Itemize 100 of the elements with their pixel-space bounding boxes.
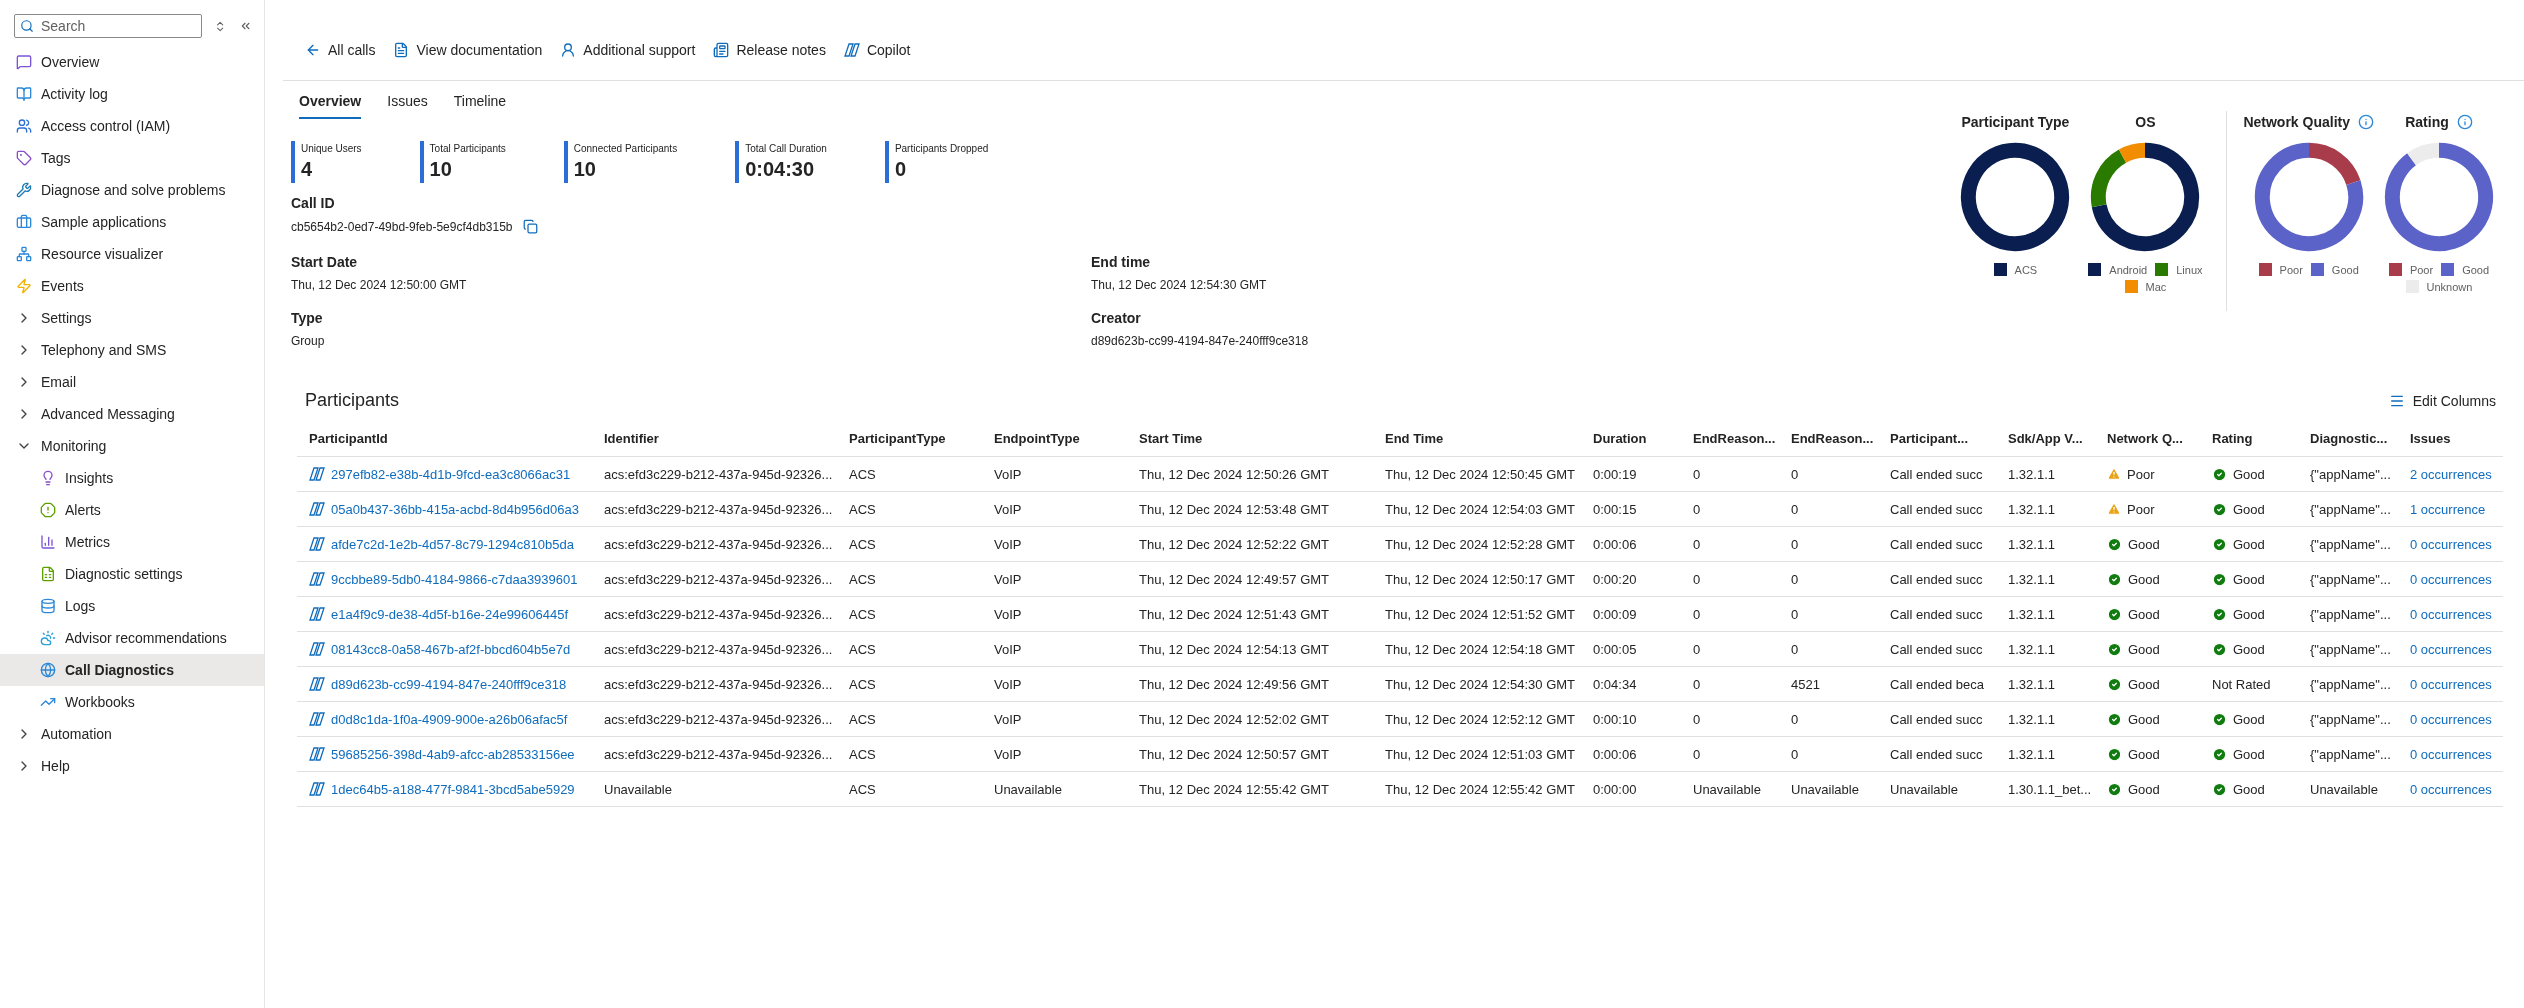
tab[interactable]: Overview	[299, 93, 362, 119]
legend-label: Poor	[2409, 263, 2434, 276]
column-header[interactable]: EndpointType	[982, 421, 1127, 457]
chat-icon	[16, 54, 32, 70]
column-header[interactable]: Sdk/App V...	[1996, 421, 2095, 457]
participant-link[interactable]: e1a4f9c9-de38-4d5f-b16e-24e99606445f	[309, 606, 569, 622]
kpi-label: Unique Users	[301, 143, 362, 154]
sidebar-item[interactable]: Automation	[0, 718, 264, 750]
table-cell: Thu, 12 Dec 2024 12:51:03 GMT	[1373, 737, 1581, 772]
sidebar-item[interactable]: Metrics	[0, 526, 264, 558]
table-cell: VoIP	[982, 597, 1127, 632]
sidebar-item[interactable]: Workbooks	[0, 686, 264, 718]
sidebar-item[interactable]: Tags	[0, 142, 264, 174]
participant-link[interactable]: 59685256-398d-4ab9-afcc-ab28533156ee	[309, 746, 575, 762]
participant-link[interactable]: 297efb82-e38b-4d1b-9fcd-ea3c8066ac31	[309, 466, 571, 482]
table-cell: 0:00:20	[1581, 562, 1681, 597]
issues-link[interactable]: 1 occurrence	[2410, 501, 2486, 517]
column-header[interactable]: Participant...	[1878, 421, 1996, 457]
status-text: Poor	[2127, 501, 2155, 517]
issues-link[interactable]: 0 occurrences	[2410, 536, 2492, 552]
sidebar-item[interactable]: Email	[0, 366, 264, 398]
column-header[interactable]: Diagnostic...	[2298, 421, 2398, 457]
column-header[interactable]: Issues	[2398, 421, 2503, 457]
table-cell: 1.32.1.1	[1996, 527, 2095, 562]
table-cell: 1.32.1.1	[1996, 457, 2095, 492]
tab[interactable]: Timeline	[453, 93, 507, 119]
status-text: Good	[2233, 571, 2265, 587]
issues-link[interactable]: 0 occurrences	[2410, 746, 2492, 762]
column-header[interactable]: Network Q...	[2095, 421, 2200, 457]
participant-link[interactable]: 08143cc8-0a58-467b-af2f-bbcd604b5e7d	[309, 641, 571, 657]
table-cell: 0	[1779, 702, 1878, 737]
table-cell: VoIP	[982, 702, 1127, 737]
status-text: Good	[2128, 676, 2160, 692]
issues-link[interactable]: 0 occurrences	[2410, 781, 2492, 797]
sidebar-item[interactable]: Telephony and SMS	[0, 334, 264, 366]
table-cell: Thu, 12 Dec 2024 12:49:57 GMT	[1127, 562, 1373, 597]
column-header[interactable]: Identifier	[592, 421, 837, 457]
table-cell: {"appName"...	[2298, 562, 2398, 597]
sidebar-item[interactable]: Monitoring	[0, 430, 264, 462]
issues-link[interactable]: 0 occurrences	[2410, 676, 2492, 692]
issues-link[interactable]: 2 occurrences	[2410, 466, 2492, 482]
column-header[interactable]: EndReason...	[1681, 421, 1779, 457]
column-header[interactable]: End Time	[1373, 421, 1581, 457]
participant-link[interactable]: 9ccbbe89-5db0-4184-9866-c7daa3939601	[309, 571, 578, 587]
table-cell: VoIP	[982, 562, 1127, 597]
sidebar-item[interactable]: Call Diagnostics	[0, 654, 264, 686]
sidebar-item[interactable]: Events	[0, 270, 264, 302]
toolbar-button[interactable]: View documentation	[393, 38, 543, 62]
info-icon[interactable]	[2358, 114, 2374, 130]
edit-columns-button[interactable]: Edit Columns	[2382, 391, 2502, 410]
check-icon	[2107, 536, 2122, 552]
issues-link[interactable]: 0 occurrences	[2410, 711, 2492, 727]
legend-label: Android	[2109, 263, 2148, 276]
table-cell: Thu, 12 Dec 2024 12:55:42 GMT	[1373, 772, 1581, 807]
sidebar-item[interactable]: Diagnose and solve problems	[0, 174, 264, 206]
sidebar-item[interactable]: Diagnostic settings	[0, 558, 264, 590]
sidebar-item[interactable]: Logs	[0, 590, 264, 622]
sidebar-item[interactable]: Overview	[0, 46, 264, 78]
column-header[interactable]: Duration	[1581, 421, 1681, 457]
field-value: d89d623b-cc99-4194-847e-240fff9ce318	[1091, 334, 1310, 348]
sidebar-item[interactable]: Insights	[0, 462, 264, 494]
participant-link[interactable]: d89d623b-cc99-4194-847e-240fff9ce318	[309, 676, 567, 692]
toolbar-button[interactable]: All calls	[305, 38, 376, 62]
table-cell: 1.32.1.1	[1996, 562, 2095, 597]
column-header[interactable]: ParticipantType	[837, 421, 982, 457]
issues-link[interactable]: 0 occurrences	[2410, 606, 2492, 622]
table-cell: 1.30.1.1_bet...	[1996, 772, 2095, 807]
sidebar-item[interactable]: Settings	[0, 302, 264, 334]
sidebar-item[interactable]: Advisor recommendations	[0, 622, 264, 654]
toolbar-button[interactable]: Copilot	[843, 38, 911, 62]
table-cell: 0	[1681, 492, 1779, 527]
issues-link[interactable]: 0 occurrences	[2410, 571, 2492, 587]
sidebar-item[interactable]: Help	[0, 750, 264, 782]
copy-icon[interactable]	[522, 219, 538, 234]
column-header[interactable]: EndReason...	[1779, 421, 1878, 457]
toolbar-button[interactable]: Additional support	[560, 38, 696, 62]
column-header[interactable]: Rating	[2200, 421, 2298, 457]
issues-link[interactable]: 0 occurrences	[2410, 641, 2492, 657]
toolbar-button[interactable]: Release notes	[713, 38, 826, 62]
participant-link[interactable]: afde7c2d-1e2b-4d57-8c79-1294c810b5da	[309, 536, 574, 552]
status-text: Good	[2128, 781, 2160, 797]
participant-link[interactable]: d0d8c1da-1f0a-4909-900e-a26b06afac5f	[309, 711, 568, 727]
search-field[interactable]: Search	[14, 14, 203, 38]
participant-link[interactable]: 05a0b437-36bb-415a-acbd-8d4b956d06a3	[309, 501, 579, 517]
sidebar-item[interactable]: Advanced Messaging	[0, 398, 264, 430]
info-icon[interactable]	[2456, 114, 2473, 130]
column-header[interactable]: ParticipantId	[297, 421, 592, 457]
table-cell: Thu, 12 Dec 2024 12:51:52 GMT	[1373, 597, 1581, 632]
field-value: cb5654b2-0ed7-49bd-9feb-5e9cf4db315b	[291, 219, 513, 234]
log-icon	[16, 86, 32, 102]
sidebar-item[interactable]: Alerts	[0, 494, 264, 526]
tab[interactable]: Issues	[387, 93, 428, 119]
sidebar-item[interactable]: Resource visualizer	[0, 238, 264, 270]
sidebar-item[interactable]: Activity log	[0, 78, 264, 110]
status-text: Good	[2233, 641, 2265, 657]
sidebar-item[interactable]: Access control (IAM)	[0, 110, 264, 142]
column-header[interactable]: Start Time	[1127, 421, 1373, 457]
table-cell: 1.32.1.1	[1996, 597, 2095, 632]
participant-link[interactable]: 1dec64b5-a188-477f-9841-3bcd5abe5929	[309, 781, 575, 797]
sidebar-item[interactable]: Sample applications	[0, 206, 264, 238]
